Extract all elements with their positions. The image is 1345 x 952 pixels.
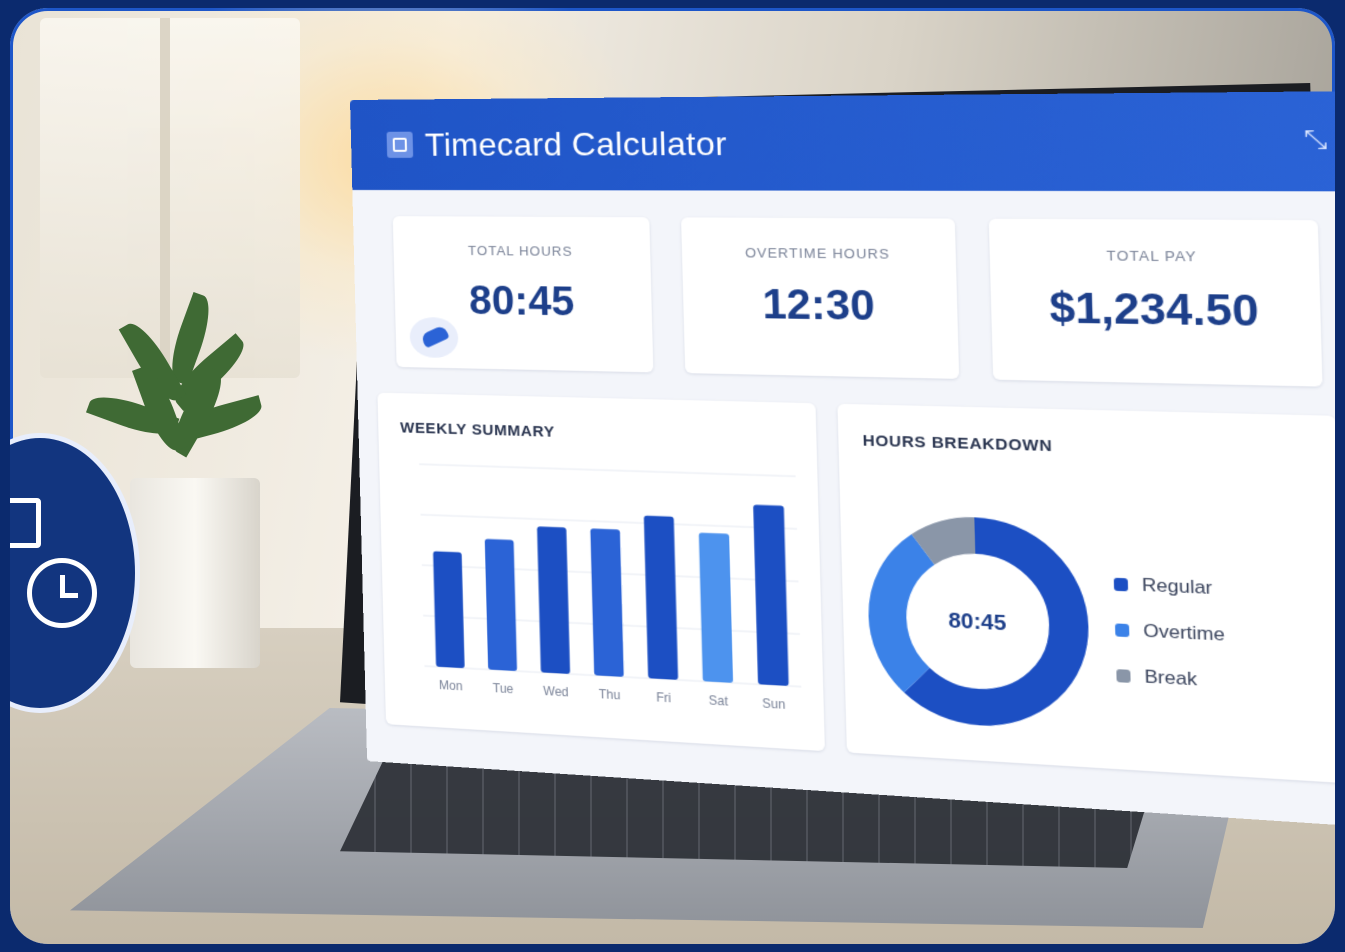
stat-label: TOTAL HOURS [467,242,573,259]
stat-label: OVERTIME HOURS [744,244,891,262]
stat-label: TOTAL PAY [1106,247,1198,265]
hours-legend: Regular Overtime Break [1113,573,1228,716]
document-icon [10,498,41,548]
x-tick-label: Fri [656,690,671,705]
app-title: Timecard Calculator [424,124,728,163]
bar-sat [698,532,734,683]
stat-total-hours: TOTAL HOURS 80:45 [392,216,654,373]
hours-breakdown-title: HOURS BREAKDOWN [862,431,1053,456]
gridline [420,515,797,529]
x-tick-label: Tue [493,681,514,697]
legend-label: Regular [1141,574,1213,599]
shoe-icon [409,316,459,359]
legend-label: Overtime [1142,620,1226,646]
weekly-summary-chart: Mon Tue Wed Thu Fri Sat Sun [378,423,825,712]
weekly-summary-panel: WEEKLY SUMMARY Mon Tue Wed Thu Fri Sat Sun [377,392,825,752]
background-window [40,18,300,378]
legend-item: Break [1116,665,1226,693]
laptop-screen: Timecard Calculator ⤡ TOTAL HOURS 80:45 … [350,91,1335,828]
scene-frame: Timecard Calculator ⤡ TOTAL HOURS 80:45 … [10,8,1335,944]
x-tick-label: Sat [709,693,729,709]
legend-label: Break [1144,666,1198,690]
app-header: Timecard Calculator ⤡ [350,91,1335,192]
legend-item: Regular [1113,573,1224,600]
hours-breakdown-panel: HOURS BREAKDOWN 80:45 Regular Overtime B… [837,403,1335,784]
gridline [419,464,795,476]
x-tick-label: Sun [762,696,786,712]
clock-icon [27,558,97,628]
resize-icon[interactable]: ⤡ [1296,122,1335,158]
bar-mon [433,551,465,669]
bar-fri [643,515,679,680]
calculator-icon [386,131,414,158]
stat-value: $1,234.50 [1048,284,1260,336]
hours-breakdown-chart: 80:45 [851,499,1107,747]
bar-thu [590,528,624,677]
stat-value: 12:30 [761,281,876,330]
bar-wed [537,526,571,674]
legend-item: Overtime [1115,619,1225,646]
stat-overtime-hours: OVERTIME HOURS 12:30 [681,217,960,379]
x-tick-label: Wed [543,684,569,700]
x-tick-label: Mon [439,678,463,694]
bar-tue [484,538,518,672]
bar-sun [753,504,789,686]
stat-total-pay: TOTAL PAY $1,234.50 [988,218,1323,387]
x-tick-label: Thu [598,687,620,703]
donut-center-value: 80:45 [948,609,1007,635]
